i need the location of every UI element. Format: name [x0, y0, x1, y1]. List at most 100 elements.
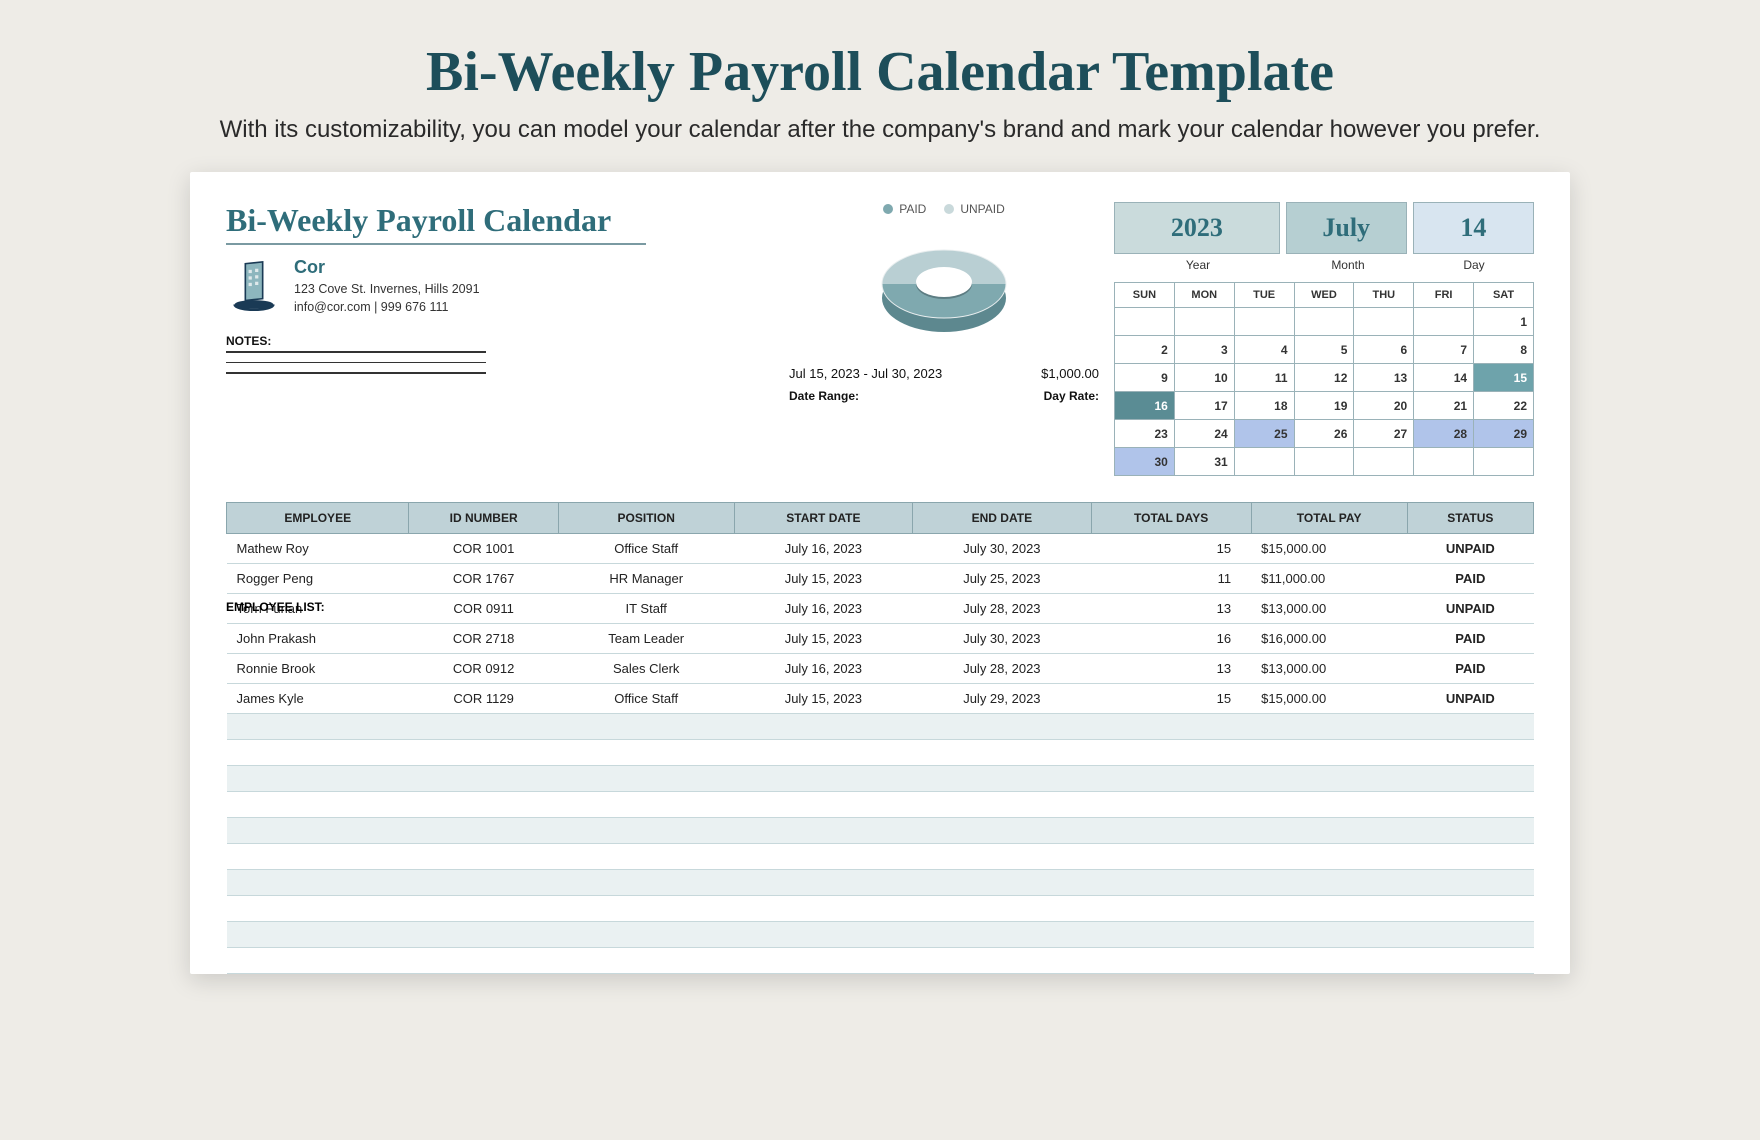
column-header[interactable]: END DATE	[913, 503, 1092, 534]
cell-pay[interactable]: $13,000.00	[1251, 594, 1407, 624]
calendar-cell[interactable]: 11	[1234, 364, 1294, 392]
calendar-cell[interactable]	[1234, 448, 1294, 476]
cell-days[interactable]: 15	[1091, 684, 1251, 714]
table-row[interactable]	[227, 714, 1534, 740]
cell-position[interactable]: IT Staff	[558, 594, 734, 624]
column-header[interactable]: STATUS	[1407, 503, 1533, 534]
year-box[interactable]: 2023	[1114, 202, 1280, 254]
calendar-cell[interactable]: 12	[1294, 364, 1354, 392]
calendar-cell[interactable]: 13	[1354, 364, 1414, 392]
cell-status[interactable]: UNPAID	[1407, 534, 1533, 564]
calendar-cell[interactable]: 28	[1414, 420, 1474, 448]
calendar-cell[interactable]: 7	[1414, 336, 1474, 364]
cell-employee[interactable]: John Prakash	[227, 624, 409, 654]
calendar-cell[interactable]: 19	[1294, 392, 1354, 420]
table-row[interactable]	[227, 740, 1534, 766]
column-header[interactable]: POSITION	[558, 503, 734, 534]
calendar-cell[interactable]: 18	[1234, 392, 1294, 420]
cell-status[interactable]: PAID	[1407, 624, 1533, 654]
cell-id[interactable]: COR 0912	[409, 654, 558, 684]
calendar-cell[interactable]	[1354, 308, 1414, 336]
calendar-cell[interactable]: 8	[1474, 336, 1534, 364]
cell-days[interactable]: 16	[1091, 624, 1251, 654]
calendar-cell[interactable]: 14	[1414, 364, 1474, 392]
calendar-cell[interactable]: 1	[1474, 308, 1534, 336]
cell-position[interactable]: Team Leader	[558, 624, 734, 654]
cell-pay[interactable]: $16,000.00	[1251, 624, 1407, 654]
cell-status[interactable]: PAID	[1407, 564, 1533, 594]
cell-id[interactable]: COR 1129	[409, 684, 558, 714]
calendar-cell[interactable]: 10	[1174, 364, 1234, 392]
calendar-cell[interactable]: 9	[1115, 364, 1175, 392]
calendar-cell[interactable]: 30	[1115, 448, 1175, 476]
calendar-cell[interactable]: 20	[1354, 392, 1414, 420]
cell-end[interactable]: July 25, 2023	[913, 564, 1092, 594]
cell-employee[interactable]: Mathew Roy	[227, 534, 409, 564]
cell-id[interactable]: COR 0911	[409, 594, 558, 624]
column-header[interactable]: START DATE	[734, 503, 913, 534]
calendar-cell[interactable]: 26	[1294, 420, 1354, 448]
calendar-cell[interactable]: 2	[1115, 336, 1175, 364]
notes-line[interactable]	[226, 362, 486, 364]
cell-position[interactable]: Office Staff	[558, 534, 734, 564]
table-row[interactable]: Rogger PengCOR 1767HR ManagerJuly 15, 20…	[227, 564, 1534, 594]
cell-status[interactable]: UNPAID	[1407, 594, 1533, 624]
calendar-cell[interactable]: 16	[1115, 392, 1175, 420]
calendar-cell[interactable]: 23	[1115, 420, 1175, 448]
table-row[interactable]	[227, 766, 1534, 792]
cell-start[interactable]: July 16, 2023	[734, 594, 913, 624]
cell-end[interactable]: July 30, 2023	[913, 624, 1092, 654]
calendar-cell[interactable]	[1294, 308, 1354, 336]
calendar-cell[interactable]: 5	[1294, 336, 1354, 364]
calendar-cell[interactable]	[1414, 308, 1474, 336]
table-row[interactable]	[227, 792, 1534, 818]
calendar-cell[interactable]: 29	[1474, 420, 1534, 448]
cell-employee[interactable]: James Kyle	[227, 684, 409, 714]
cell-pay[interactable]: $13,000.00	[1251, 654, 1407, 684]
cell-pay[interactable]: $15,000.00	[1251, 534, 1407, 564]
cell-id[interactable]: COR 1001	[409, 534, 558, 564]
cell-days[interactable]: 11	[1091, 564, 1251, 594]
calendar-cell[interactable]: 27	[1354, 420, 1414, 448]
column-header[interactable]: TOTAL PAY	[1251, 503, 1407, 534]
table-row[interactable]	[227, 870, 1534, 896]
cell-employee[interactable]: Ronnie Brook	[227, 654, 409, 684]
cell-days[interactable]: 13	[1091, 594, 1251, 624]
table-row[interactable]: James KyleCOR 1129Office StaffJuly 15, 2…	[227, 684, 1534, 714]
calendar-cell[interactable]: 24	[1174, 420, 1234, 448]
cell-start[interactable]: July 15, 2023	[734, 564, 913, 594]
calendar-cell[interactable]	[1474, 448, 1534, 476]
notes-line[interactable]	[226, 351, 486, 353]
cell-status[interactable]: UNPAID	[1407, 684, 1533, 714]
column-header[interactable]: ID NUMBER	[409, 503, 558, 534]
calendar-cell[interactable]: 17	[1174, 392, 1234, 420]
cell-position[interactable]: HR Manager	[558, 564, 734, 594]
table-row[interactable]: Ronnie BrookCOR 0912Sales ClerkJuly 16, …	[227, 654, 1534, 684]
calendar-cell[interactable]	[1115, 308, 1175, 336]
cell-end[interactable]: July 30, 2023	[913, 534, 1092, 564]
table-row[interactable]	[227, 948, 1534, 974]
calendar-cell[interactable]	[1294, 448, 1354, 476]
table-row[interactable]	[227, 844, 1534, 870]
calendar-cell[interactable]: 3	[1174, 336, 1234, 364]
calendar-cell[interactable]: 31	[1174, 448, 1234, 476]
calendar-cell[interactable]: 15	[1474, 364, 1534, 392]
cell-start[interactable]: July 15, 2023	[734, 624, 913, 654]
cell-end[interactable]: July 28, 2023	[913, 594, 1092, 624]
cell-status[interactable]: PAID	[1407, 654, 1533, 684]
table-row[interactable]: John PrakashCOR 2718Team LeaderJuly 15, …	[227, 624, 1534, 654]
calendar-cell[interactable]	[1354, 448, 1414, 476]
day-box[interactable]: 14	[1413, 202, 1534, 254]
calendar-cell[interactable]: 25	[1234, 420, 1294, 448]
cell-id[interactable]: COR 1767	[409, 564, 558, 594]
calendar-cell[interactable]: 4	[1234, 336, 1294, 364]
column-header[interactable]: EMPLOYEE	[227, 503, 409, 534]
table-row[interactable]	[227, 896, 1534, 922]
cell-end[interactable]: July 29, 2023	[913, 684, 1092, 714]
calendar-cell[interactable]: 6	[1354, 336, 1414, 364]
cell-start[interactable]: July 16, 2023	[734, 654, 913, 684]
calendar-cell[interactable]: 21	[1414, 392, 1474, 420]
cell-days[interactable]: 15	[1091, 534, 1251, 564]
table-row[interactable]	[227, 818, 1534, 844]
calendar-cell[interactable]	[1234, 308, 1294, 336]
